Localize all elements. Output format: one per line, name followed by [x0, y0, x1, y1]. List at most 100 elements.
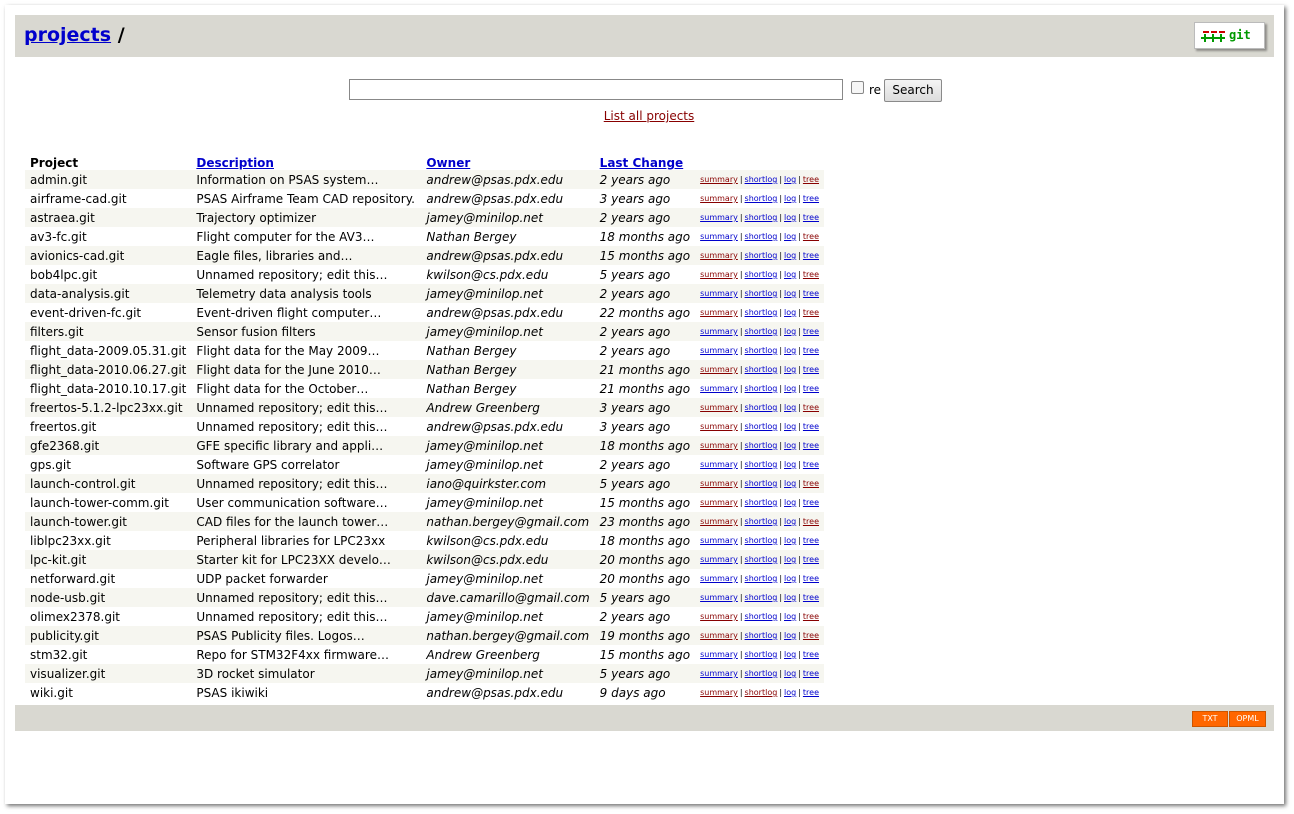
log-link[interactable]: log [784, 384, 796, 393]
project-description[interactable]: Unnamed repository; edit this… [191, 607, 421, 626]
summary-link[interactable]: summary [700, 669, 738, 678]
summary-link[interactable]: summary [700, 479, 738, 488]
tree-link[interactable]: tree [803, 479, 819, 488]
project-name[interactable]: freertos-5.1.2-lpc23xx.git [25, 398, 191, 417]
project-name[interactable]: stm32.git [25, 645, 191, 664]
summary-link[interactable]: summary [700, 517, 738, 526]
shortlog-link[interactable]: shortlog [745, 498, 778, 507]
project-name[interactable]: data-analysis.git [25, 284, 191, 303]
tree-link[interactable]: tree [803, 194, 819, 203]
project-description[interactable]: User communication software… [191, 493, 421, 512]
log-link[interactable]: log [784, 688, 796, 697]
log-link[interactable]: log [784, 460, 796, 469]
log-link[interactable]: log [784, 175, 796, 184]
project-description[interactable]: Unnamed repository; edit this… [191, 265, 421, 284]
project-description[interactable]: PSAS Publicity files. Logos… [191, 626, 421, 645]
tree-link[interactable]: tree [803, 688, 819, 697]
project-name[interactable]: avionics-cad.git [25, 246, 191, 265]
shortlog-link[interactable]: shortlog [745, 346, 778, 355]
shortlog-link[interactable]: shortlog [745, 650, 778, 659]
tree-link[interactable]: tree [803, 175, 819, 184]
sort-description-link[interactable]: Description [196, 156, 274, 170]
log-link[interactable]: log [784, 422, 796, 431]
shortlog-link[interactable]: shortlog [745, 517, 778, 526]
log-link[interactable]: log [784, 232, 796, 241]
project-description[interactable]: Software GPS correlator [191, 455, 421, 474]
project-name[interactable]: launch-tower.git [25, 512, 191, 531]
project-description[interactable]: Information on PSAS system… [191, 170, 421, 189]
project-description[interactable]: Peripheral libraries for LPC23xx [191, 531, 421, 550]
summary-link[interactable]: summary [700, 327, 738, 336]
shortlog-link[interactable]: shortlog [745, 669, 778, 678]
summary-link[interactable]: summary [700, 346, 738, 355]
search-button[interactable]: Search [884, 79, 942, 102]
log-link[interactable]: log [784, 669, 796, 678]
project-name[interactable]: astraea.git [25, 208, 191, 227]
tree-link[interactable]: tree [803, 270, 819, 279]
shortlog-link[interactable]: shortlog [745, 308, 778, 317]
log-link[interactable]: log [784, 194, 796, 203]
tree-link[interactable]: tree [803, 327, 819, 336]
project-name[interactable]: flight_data-2010.06.27.git [25, 360, 191, 379]
tree-link[interactable]: tree [803, 498, 819, 507]
project-description[interactable]: Trajectory optimizer [191, 208, 421, 227]
tree-link[interactable]: tree [803, 346, 819, 355]
project-description[interactable]: CAD files for the launch tower… [191, 512, 421, 531]
summary-link[interactable]: summary [700, 384, 738, 393]
shortlog-link[interactable]: shortlog [745, 175, 778, 184]
shortlog-link[interactable]: shortlog [745, 555, 778, 564]
log-link[interactable]: log [784, 593, 796, 602]
summary-link[interactable]: summary [700, 365, 738, 374]
log-link[interactable]: log [784, 270, 796, 279]
project-description[interactable]: PSAS ikiwiki [191, 683, 421, 702]
summary-link[interactable]: summary [700, 612, 738, 621]
project-name[interactable]: wiki.git [25, 683, 191, 702]
project-name[interactable]: airframe-cad.git [25, 189, 191, 208]
project-description[interactable]: Flight data for the October… [191, 379, 421, 398]
log-link[interactable]: log [784, 441, 796, 450]
shortlog-link[interactable]: shortlog [745, 688, 778, 697]
summary-link[interactable]: summary [700, 650, 738, 659]
tree-link[interactable]: tree [803, 650, 819, 659]
summary-link[interactable]: summary [700, 498, 738, 507]
sort-age-link[interactable]: Last Change [600, 156, 684, 170]
shortlog-link[interactable]: shortlog [745, 403, 778, 412]
shortlog-link[interactable]: shortlog [745, 194, 778, 203]
shortlog-link[interactable]: shortlog [745, 631, 778, 640]
summary-link[interactable]: summary [700, 232, 738, 241]
shortlog-link[interactable]: shortlog [745, 251, 778, 260]
shortlog-link[interactable]: shortlog [745, 289, 778, 298]
shortlog-link[interactable]: shortlog [745, 574, 778, 583]
project-description[interactable]: PSAS Airframe Team CAD repository. [191, 189, 421, 208]
project-name[interactable]: gfe2368.git [25, 436, 191, 455]
summary-link[interactable]: summary [700, 688, 738, 697]
tree-link[interactable]: tree [803, 289, 819, 298]
tree-link[interactable]: tree [803, 612, 819, 621]
summary-link[interactable]: summary [700, 536, 738, 545]
project-description[interactable]: Flight computer for the AV3… [191, 227, 421, 246]
summary-link[interactable]: summary [700, 308, 738, 317]
log-link[interactable]: log [784, 479, 796, 488]
summary-link[interactable]: summary [700, 194, 738, 203]
txt-feed-button[interactable]: TXT [1192, 711, 1228, 727]
summary-link[interactable]: summary [700, 251, 738, 260]
project-description[interactable]: 3D rocket simulator [191, 664, 421, 683]
log-link[interactable]: log [784, 327, 796, 336]
log-link[interactable]: log [784, 517, 796, 526]
tree-link[interactable]: tree [803, 365, 819, 374]
project-description[interactable]: Sensor fusion filters [191, 322, 421, 341]
tree-link[interactable]: tree [803, 555, 819, 564]
shortlog-link[interactable]: shortlog [745, 422, 778, 431]
log-link[interactable]: log [784, 213, 796, 222]
shortlog-link[interactable]: shortlog [745, 232, 778, 241]
log-link[interactable]: log [784, 365, 796, 374]
projects-link[interactable]: projects [24, 24, 111, 46]
shortlog-link[interactable]: shortlog [745, 270, 778, 279]
project-name[interactable]: liblpc23xx.git [25, 531, 191, 550]
tree-link[interactable]: tree [803, 669, 819, 678]
project-description[interactable]: Eagle files, libraries and… [191, 246, 421, 265]
summary-link[interactable]: summary [700, 422, 738, 431]
summary-link[interactable]: summary [700, 175, 738, 184]
project-name[interactable]: flight_data-2009.05.31.git [25, 341, 191, 360]
project-name[interactable]: event-driven-fc.git [25, 303, 191, 322]
